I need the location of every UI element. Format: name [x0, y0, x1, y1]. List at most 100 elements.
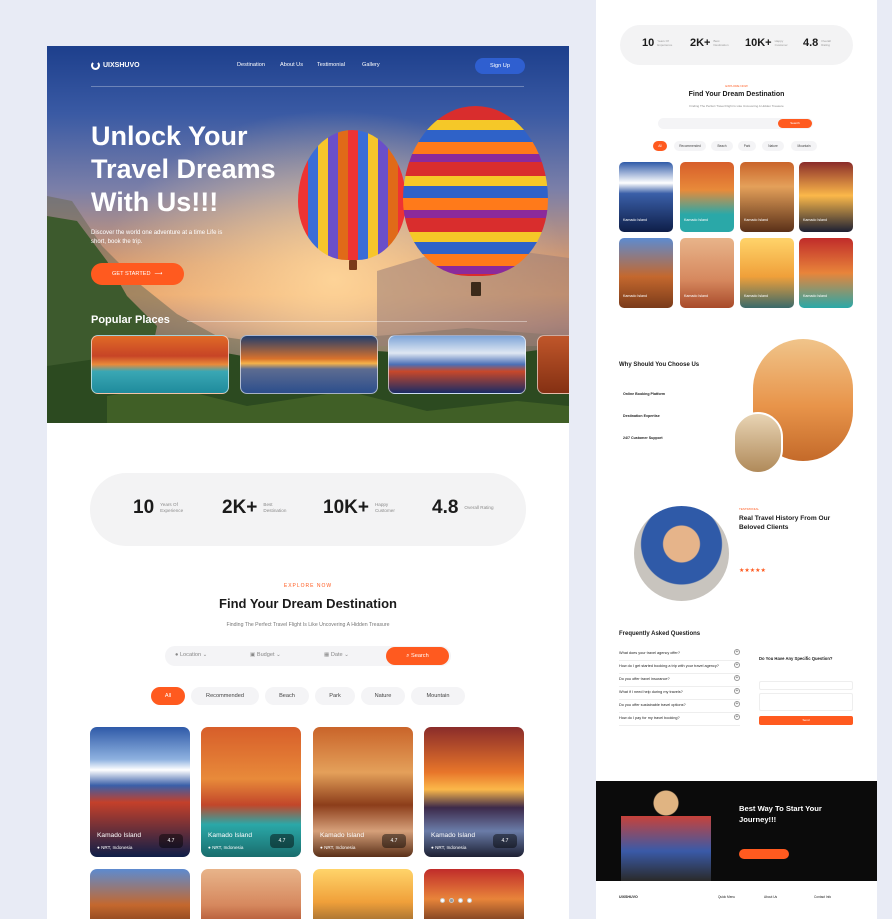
full-page-preview: 10 Years Of Experience 2K+ Best Destinatio…: [596, 0, 877, 919]
nav-testimonial[interactable]: Testimonial: [317, 62, 345, 68]
send-button[interactable]: Send: [759, 716, 853, 725]
popular-place-card[interactable]: [537, 335, 569, 394]
destination-card[interactable]: Kamado Island ● NRT, Indonesia 4.7: [90, 727, 190, 857]
footer-col: Contact Info: [814, 895, 832, 899]
chip-park[interactable]: Park: [315, 687, 355, 705]
destination-card[interactable]: Kamado Island: [799, 162, 853, 232]
search-bar: Search: [658, 118, 813, 129]
search-icon: ⌕: [406, 653, 410, 659]
chip-nature[interactable]: Nature: [361, 687, 405, 705]
hero-section: UIXSHUVO Destination About Us Testimonia…: [47, 46, 569, 423]
feature-item: Destination Expertise: [623, 414, 660, 418]
chip-beach[interactable]: Beach: [711, 141, 733, 151]
hero-subtitle: Discover the world one adventure at a ti…: [91, 230, 223, 245]
footer-col: About Us: [764, 895, 778, 899]
explore-kicker: EXPLORE NOW: [725, 84, 748, 88]
hero-title: Unlock Your Travel Dreams With Us!!!: [91, 121, 276, 217]
explore-title: Find Your Dream Destination: [688, 91, 785, 98]
explore-title: Find Your Dream Destination: [219, 596, 397, 611]
popular-places-title: Popular Places: [91, 314, 170, 326]
stats-bar: 10 Years Of Experience 2K+ Best Destinatio…: [90, 473, 526, 546]
location-field[interactable]: ● Location ⌄: [175, 652, 207, 658]
nav-gallery[interactable]: Gallery: [362, 62, 380, 68]
faq-item[interactable]: How do I get started booking a trip with…: [619, 661, 740, 674]
faq-item[interactable]: Do you offer travel insurance? +: [619, 674, 740, 687]
chip-beach[interactable]: Beach: [265, 687, 309, 705]
destination-card[interactable]: Kamado Island ● NRT, Indonesia 4.7: [201, 727, 301, 857]
landing-page-preview: UIXSHUVO Destination About Us Testimonia…: [47, 46, 569, 919]
faq-item[interactable]: What does your travel agency offer? +: [619, 648, 740, 661]
popular-divider: [187, 321, 527, 322]
search-button[interactable]: ⌕ Search: [386, 647, 449, 665]
name-input[interactable]: [759, 681, 853, 690]
traveler-image: [621, 781, 711, 881]
message-input[interactable]: [759, 693, 853, 711]
feature-item: Online Booking Platform: [623, 392, 666, 396]
nav-destination[interactable]: Destination: [237, 62, 265, 68]
destination-card[interactable]: [313, 869, 413, 919]
stats-bar: 10 Years Of Experience 2K+ Best Destinatio…: [620, 25, 853, 65]
budget-field[interactable]: ▣ Budget ⌄: [250, 652, 281, 658]
cta-title: Best Way To Start Your Journey!!!: [739, 804, 822, 824]
stat-item: 2K+ Best Destination: [222, 497, 287, 518]
faq-title: Frequently Asked Questions: [619, 631, 701, 637]
footer-brand: UIXSHUVO: [619, 895, 638, 899]
date-field[interactable]: ▦ Date ⌄: [324, 652, 349, 658]
sign-up-button[interactable]: Sign Up: [475, 58, 525, 74]
brand-logo[interactable]: UIXSHUVO: [91, 61, 140, 70]
get-started-button[interactable]: GET STARTED ⟶: [91, 263, 184, 285]
stat-item: 10K+ Happy Customer: [323, 497, 395, 518]
destination-card[interactable]: Kamado Island: [799, 238, 853, 308]
stat-item: 10 Years Of Experience: [133, 497, 184, 518]
destination-card[interactable]: [201, 869, 301, 919]
cta-banner: Best Way To Start Your Journey!!!: [596, 781, 877, 881]
explore-subtitle: Finding The Perfect Travel Flight Is Lik…: [689, 104, 784, 108]
footer-col: Quick Menu: [718, 895, 736, 899]
search-bar: ● Location ⌄ ▣ Budget ⌄ ▦ Date ⌄ ⌕ Searc…: [165, 646, 451, 666]
arrow-right-icon: ⟶: [154, 271, 163, 277]
destination-card[interactable]: [90, 869, 190, 919]
chip-recommended[interactable]: Recommended: [191, 687, 259, 705]
testimonial-title: Real Travel History From Our Beloved Cli…: [739, 515, 831, 531]
destination-card[interactable]: Kamado Island: [680, 162, 734, 232]
chip-nature[interactable]: Nature: [762, 141, 784, 151]
destination-card[interactable]: Kamado Island: [619, 162, 673, 232]
chip-mountain[interactable]: Mountain: [411, 687, 465, 705]
question-title: Do You Have Any Specific Question?: [759, 656, 833, 661]
client-photo: [634, 506, 729, 601]
chip-all[interactable]: All: [653, 141, 667, 151]
carousel-dots[interactable]: [440, 898, 472, 903]
popular-place-card[interactable]: [388, 335, 526, 394]
why-choose-title: Why Should You Choose Us: [619, 362, 700, 368]
traveler-image: [733, 412, 783, 474]
destination-card[interactable]: [424, 869, 524, 919]
chip-park[interactable]: Park: [738, 141, 756, 151]
popular-place-card[interactable]: [240, 335, 378, 394]
stat-item: 4.8 Overall Rating: [432, 497, 494, 518]
chip-mountain[interactable]: Mountain: [791, 141, 817, 151]
chip-all[interactable]: All: [151, 687, 185, 705]
chip-recommended[interactable]: Recommended: [674, 141, 706, 151]
explore-kicker: EXPLORE NOW: [283, 583, 333, 589]
explore-subtitle: Finding The Perfect Travel Flight Is Lik…: [226, 622, 390, 628]
brand-name: UIXSHUVO: [103, 62, 140, 69]
rating-stars: ★★★★★: [739, 568, 766, 574]
destination-card[interactable]: Kamado Island ● NRT, Indonesia 4.7: [424, 727, 524, 857]
feature-item: 24/7 Customer Support: [623, 436, 663, 440]
destination-card[interactable]: Kamado Island: [740, 238, 794, 308]
faq-item[interactable]: Do you offer sustainable travel options?…: [619, 700, 740, 713]
search-button[interactable]: Search: [778, 119, 812, 128]
nav-divider: [91, 86, 524, 87]
destination-card[interactable]: Kamado Island: [680, 238, 734, 308]
popular-place-card[interactable]: [91, 335, 229, 394]
faq-item[interactable]: How do I pay for my travel booking? +: [619, 713, 740, 726]
destination-card[interactable]: Kamado Island ● NRT, Indonesia 4.7: [313, 727, 413, 857]
destination-card[interactable]: Kamado Island: [619, 238, 673, 308]
testimonial-kicker: TESTIMONIAL: [739, 507, 760, 511]
nav-about-us[interactable]: About Us: [280, 62, 303, 68]
faq-item[interactable]: What if I need help during my travels? +: [619, 687, 740, 700]
cta-button[interactable]: [739, 849, 789, 859]
destination-card[interactable]: Kamado Island: [740, 162, 794, 232]
get-started-label: GET STARTED: [112, 271, 151, 277]
logo-icon: [91, 61, 100, 70]
